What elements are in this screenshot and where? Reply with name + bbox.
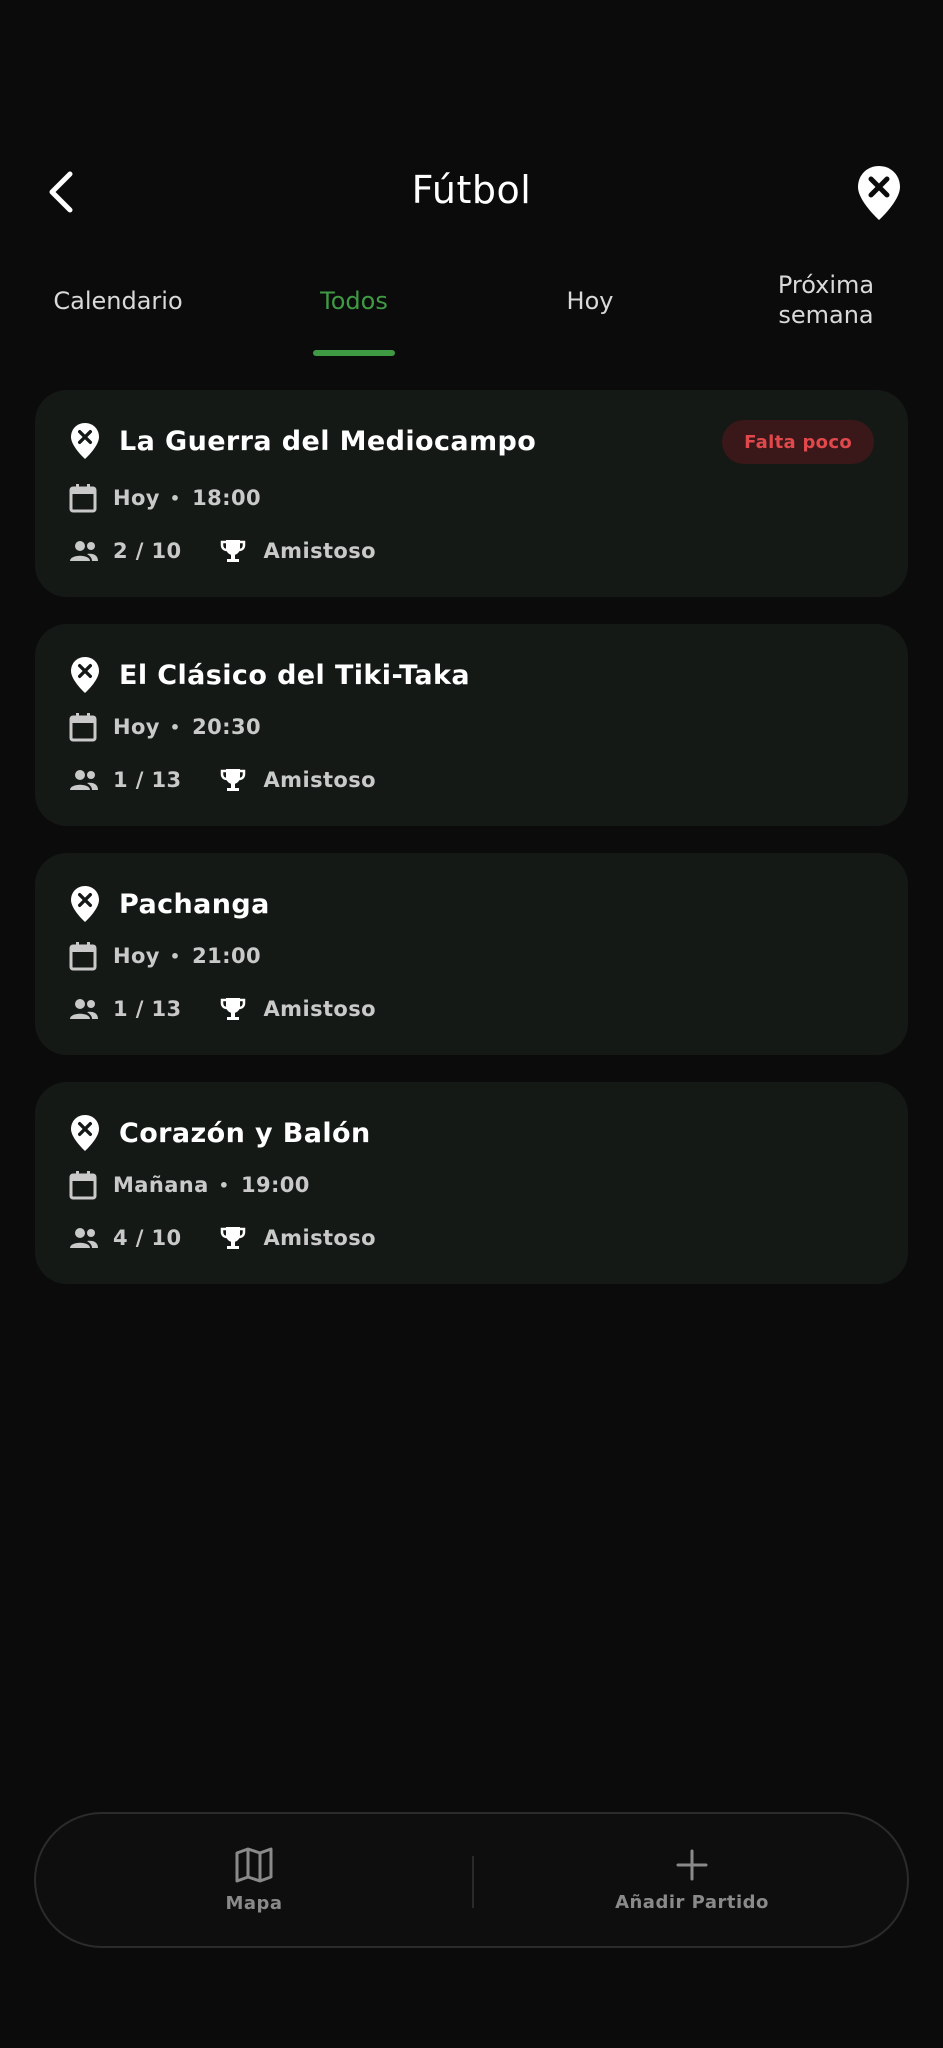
group-icon [69, 769, 99, 791]
match-datetime-row: Hoy • 20:30 [69, 710, 261, 744]
match-type: Amistoso [220, 996, 376, 1022]
match-info-row: 2 / 10 Amistoso [69, 534, 376, 568]
calendar-icon [69, 712, 97, 742]
map-button-label: Mapa [225, 1892, 283, 1914]
calendar-icon [69, 941, 97, 971]
separator-dot: • [169, 717, 181, 737]
player-count: 2 / 10 [113, 539, 182, 563]
match-type-label: Amistoso [263, 1226, 376, 1250]
match-title-row: Corazón y Balón [69, 1112, 371, 1154]
location-pin-x-icon [71, 886, 99, 922]
map-icon [235, 1847, 273, 1882]
match-title-row: La Guerra del Mediocampo [69, 420, 536, 462]
match-type: Amistoso [220, 1225, 376, 1251]
match-card[interactable]: Pachanga Hoy • 21:00 1 / 13 Amistoso [35, 853, 908, 1055]
page-title: Fútbol [411, 168, 532, 212]
player-count: 1 / 13 [113, 997, 182, 1021]
player-count: 1 / 13 [113, 768, 182, 792]
location-pin-x-icon [71, 657, 99, 693]
tab-label: Calendario [53, 287, 183, 315]
match-card[interactable]: El Clásico del Tiki-Taka Hoy • 20:30 1 /… [35, 624, 908, 826]
group-icon [69, 540, 99, 562]
tab-hoy[interactable]: Hoy [472, 262, 708, 358]
match-day: Hoy [113, 486, 160, 510]
location-pin-x-icon [71, 423, 99, 459]
match-day: Hoy [113, 715, 160, 739]
map-button[interactable]: Mapa [36, 1814, 472, 1946]
tab-calendario[interactable]: Calendario [0, 262, 236, 358]
separator-dot: • [169, 946, 181, 966]
active-tab-indicator [313, 350, 395, 356]
separator-dot: • [218, 1175, 229, 1195]
trophy-icon [220, 767, 246, 793]
match-day: Mañana [113, 1173, 209, 1197]
add-match-button-label: Añadir Partido [615, 1891, 769, 1913]
status-badge: Falta poco [722, 420, 874, 464]
tab-proxima-semana[interactable]: Próxima semana [708, 262, 943, 358]
match-day: Hoy [113, 944, 160, 968]
match-time: 19:00 [240, 1173, 310, 1197]
match-card[interactable]: La Guerra del Mediocampo Falta poco Hoy … [35, 390, 908, 597]
match-datetime-row: Hoy • 21:00 [69, 939, 261, 973]
match-time: 20:30 [192, 715, 261, 739]
tab-bar: Calendario Todos Hoy Próxima semana [0, 262, 943, 358]
match-type: Amistoso [220, 767, 376, 793]
match-time: 21:00 [192, 944, 261, 968]
calendar-icon [69, 1170, 97, 1200]
tab-label-line1: Próxima [777, 271, 875, 299]
location-pin-x-icon [858, 166, 900, 220]
add-match-button[interactable]: Añadir Partido [474, 1814, 910, 1946]
tab-label-line2: semana [778, 301, 874, 329]
tab-label: Todos [320, 287, 388, 315]
match-name: El Clásico del Tiki-Taka [119, 659, 471, 691]
app-screen: Fútbol Calendario Todos Hoy Próxima sema… [0, 0, 943, 2048]
group-icon [69, 1227, 99, 1249]
tab-label: Hoy [566, 287, 614, 315]
match-card[interactable]: Corazón y Balón Mañana • 19:00 4 / 10 Am… [35, 1082, 908, 1284]
match-title-row: El Clásico del Tiki-Taka [69, 654, 470, 696]
location-filter-button[interactable] [855, 164, 903, 222]
header: Fútbol [0, 150, 943, 234]
match-type: Amistoso [220, 538, 376, 564]
match-name: Pachanga [119, 888, 270, 920]
plus-icon [676, 1849, 708, 1880]
match-info-row: 4 / 10 Amistoso [69, 1221, 376, 1255]
match-time: 18:00 [192, 486, 261, 510]
match-info-row: 1 / 13 Amistoso [69, 763, 376, 797]
separator-dot: • [169, 488, 181, 508]
calendar-icon [69, 483, 97, 513]
match-type-label: Amistoso [263, 997, 376, 1021]
match-type-label: Amistoso [263, 768, 376, 792]
match-name: Corazón y Balón [119, 1117, 371, 1149]
match-name: La Guerra del Mediocampo [119, 425, 537, 457]
bottom-action-bar: Mapa Añadir Partido [34, 1812, 909, 1948]
player-count: 4 / 10 [113, 1226, 182, 1250]
trophy-icon [220, 538, 246, 564]
trophy-icon [220, 1225, 246, 1251]
location-pin-x-icon [71, 1115, 99, 1151]
match-info-row: 1 / 13 Amistoso [69, 992, 376, 1026]
match-datetime-row: Mañana • 19:00 [69, 1168, 310, 1202]
match-type-label: Amistoso [263, 539, 376, 563]
tab-todos[interactable]: Todos [236, 262, 472, 358]
trophy-icon [220, 996, 246, 1022]
group-icon [69, 998, 99, 1020]
match-title-row: Pachanga [69, 883, 270, 925]
match-datetime-row: Hoy • 18:00 [69, 481, 261, 515]
